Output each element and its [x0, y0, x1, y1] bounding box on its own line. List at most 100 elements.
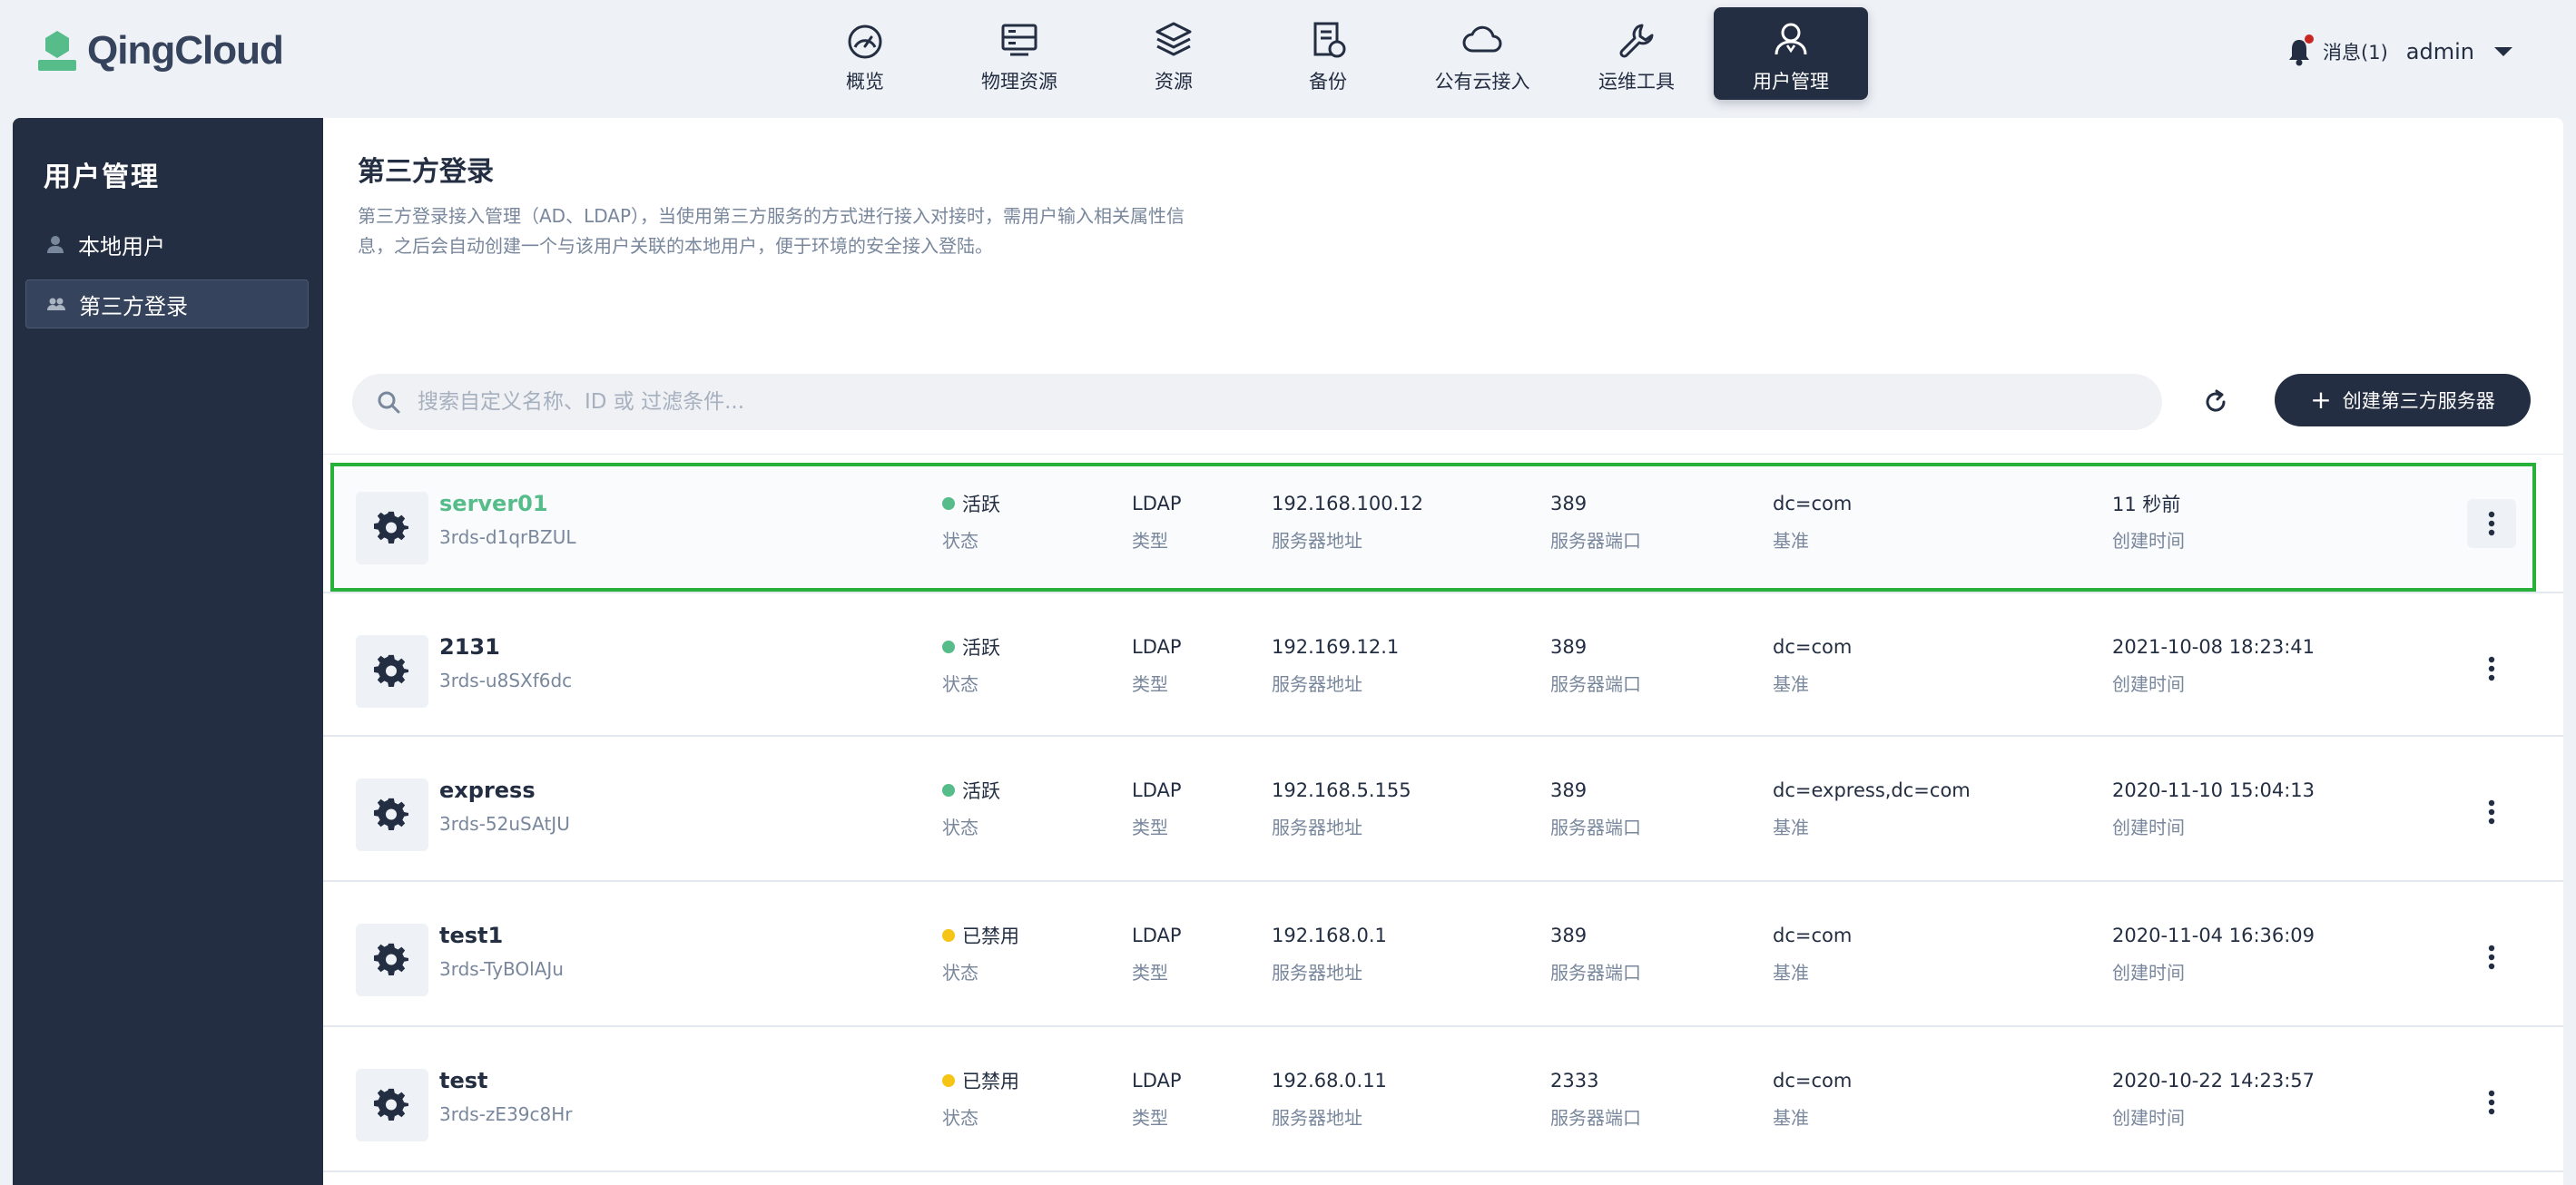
- user-name[interactable]: admin: [2406, 39, 2474, 64]
- users-icon: [47, 298, 65, 310]
- create-third-party-server-button[interactable]: + 创建第三方服务器: [2275, 374, 2531, 426]
- type-value: LDAP: [1132, 493, 1182, 514]
- nav-label: 公有云接入: [1434, 71, 1530, 93]
- server-name[interactable]: 2131: [439, 633, 572, 661]
- top-right-area: 消息(1) admin: [2286, 33, 2512, 71]
- created-value: 2020-11-10 15:04:13: [2112, 779, 2315, 801]
- created-label: 创建时间: [2112, 1107, 2185, 1129]
- base-value: dc=com: [1773, 493, 1853, 514]
- search-input[interactable]: [418, 390, 2051, 414]
- type-cell: LDAP 类型: [1132, 1067, 1182, 1130]
- refresh-button[interactable]: [2198, 385, 2233, 419]
- nav-overview[interactable]: 概览: [788, 7, 942, 100]
- port-label: 服务器端口: [1550, 530, 1641, 552]
- more-vertical-icon: [2488, 1090, 2495, 1115]
- status-value: 已禁用: [962, 925, 1019, 947]
- address-value: 192.168.0.1: [1272, 925, 1387, 946]
- more-vertical-icon: [2488, 945, 2495, 970]
- status-label: 状态: [942, 530, 978, 552]
- address-value: 192.168.5.155: [1272, 779, 1411, 801]
- port-cell: 389 服务器端口: [1550, 777, 1641, 839]
- server-name[interactable]: test1: [439, 922, 564, 949]
- nav-resources[interactable]: 资源: [1096, 7, 1251, 100]
- main-nav: 概览 物理资源 资源 备份 公有云接入 运维工具 用户管理: [788, 7, 1868, 100]
- more-actions-button[interactable]: [2467, 933, 2516, 982]
- more-actions-button[interactable]: [2467, 1078, 2516, 1127]
- created-value: 2020-11-04 16:36:09: [2112, 925, 2315, 946]
- status-label: 状态: [942, 673, 978, 695]
- backup-icon: [1313, 22, 1346, 58]
- sidebar-item-label: 本地用户: [78, 233, 165, 260]
- port-value: 389: [1550, 779, 1588, 801]
- table-row[interactable]: server01 3rds-d1qrBZUL 活跃 状态 LDAP 类型 192…: [330, 463, 2536, 592]
- more-actions-button[interactable]: [2467, 644, 2516, 693]
- port-value: 2333: [1550, 1070, 1599, 1092]
- created-value: 11 秒前: [2112, 494, 2181, 515]
- type-value: LDAP: [1132, 925, 1182, 946]
- server-name[interactable]: test: [439, 1067, 573, 1094]
- sidebar-item-local-users[interactable]: 本地用户: [25, 220, 309, 269]
- more-actions-button[interactable]: [2467, 499, 2516, 548]
- more-vertical-icon: [2488, 799, 2495, 825]
- cloud-icon: [1462, 25, 1502, 53]
- status-cell: 活跃 状态: [942, 633, 1000, 696]
- refresh-icon: [2206, 389, 2226, 412]
- table-row[interactable]: test1 3rds-TyBOlAJu 已禁用 状态 LDAP 类型 192.1…: [323, 882, 2563, 1027]
- base-value: dc=com: [1773, 636, 1853, 658]
- type-value: LDAP: [1132, 779, 1182, 801]
- server-name[interactable]: server01: [439, 490, 575, 517]
- messages-link[interactable]: 消息(1): [2323, 38, 2388, 65]
- chevron-down-icon[interactable]: [2494, 47, 2512, 56]
- type-cell: LDAP 类型: [1132, 777, 1182, 839]
- toolbar: + 创建第三方服务器: [323, 374, 2563, 439]
- status-value: 活跃: [962, 780, 1000, 802]
- nav-label: 运维工具: [1598, 71, 1675, 93]
- gear-icon: [356, 779, 428, 851]
- server-list-panel: + 创建第三方服务器 server01 3rds-d1qrBZUL 活跃 状态 …: [323, 347, 2563, 1185]
- gear-icon: [356, 635, 428, 708]
- logo-mark-icon: [36, 29, 78, 73]
- nav-user-management[interactable]: 用户管理: [1714, 7, 1868, 100]
- type-cell: LDAP 类型: [1132, 633, 1182, 696]
- page-header: 第三方登录 第三方登录接入管理（AD、LDAP），当使用第三方服务的方式进行接入…: [323, 118, 2563, 347]
- type-label: 类型: [1132, 673, 1168, 695]
- sidebar: 用户管理 本地用户 第三方登录: [13, 118, 323, 1185]
- status-cell: 活跃 状态: [942, 777, 1000, 839]
- type-label: 类型: [1132, 1107, 1168, 1129]
- created-value: 2020-10-22 14:23:57: [2112, 1070, 2315, 1092]
- created-label: 创建时间: [2112, 530, 2185, 552]
- create-button-label: 创建第三方服务器: [2342, 390, 2495, 412]
- notification-dot: [2305, 34, 2315, 44]
- status-label: 状态: [942, 817, 978, 838]
- server-name[interactable]: express: [439, 777, 570, 804]
- nav-label: 资源: [1155, 71, 1193, 93]
- table-row[interactable]: express 3rds-52uSAtJU 活跃 状态 LDAP 类型 192.…: [323, 737, 2563, 882]
- type-label: 类型: [1132, 817, 1168, 838]
- top-navigation-bar: QingCloud 概览 物理资源 资源 备份 公有云接入 运维工具 用户管理 …: [0, 0, 2576, 116]
- nav-ops-tools[interactable]: 运维工具: [1559, 7, 1714, 100]
- created-cell: 2020-11-10 15:04:13 创建时间: [2112, 777, 2315, 839]
- gear-icon: [356, 1069, 428, 1141]
- status-value: 活跃: [962, 494, 1000, 515]
- address-value: 192.169.12.1: [1272, 636, 1400, 658]
- address-label: 服务器地址: [1272, 673, 1362, 695]
- sidebar-item-third-party-login[interactable]: 第三方登录: [25, 279, 309, 328]
- status-cell: 已禁用 状态: [942, 1067, 1019, 1130]
- bell-icon[interactable]: [2286, 34, 2315, 67]
- nav-backup[interactable]: 备份: [1251, 7, 1405, 100]
- base-label: 基准: [1773, 673, 1809, 695]
- qingcloud-logo[interactable]: QingCloud: [36, 27, 284, 74]
- address-cell: 192.68.0.11 服务器地址: [1272, 1067, 1387, 1130]
- table-row[interactable]: test 3rds-zE39c8Hr 已禁用 状态 LDAP 类型 192.68…: [323, 1027, 2563, 1172]
- search-bar[interactable]: [352, 374, 2162, 430]
- nav-public-cloud[interactable]: 公有云接入: [1405, 7, 1559, 100]
- address-cell: 192.168.100.12 服务器地址: [1272, 490, 1423, 553]
- base-cell: dc=com 基准: [1773, 1067, 1852, 1130]
- more-actions-button[interactable]: [2467, 788, 2516, 837]
- base-label: 基准: [1773, 1107, 1809, 1129]
- type-label: 类型: [1132, 962, 1168, 984]
- nav-physical-resources[interactable]: 物理资源: [942, 7, 1096, 100]
- base-label: 基准: [1773, 962, 1809, 984]
- status-dot: [942, 784, 955, 797]
- table-row[interactable]: 2131 3rds-u8SXf6dc 活跃 状态 LDAP 类型 192.169…: [323, 592, 2563, 737]
